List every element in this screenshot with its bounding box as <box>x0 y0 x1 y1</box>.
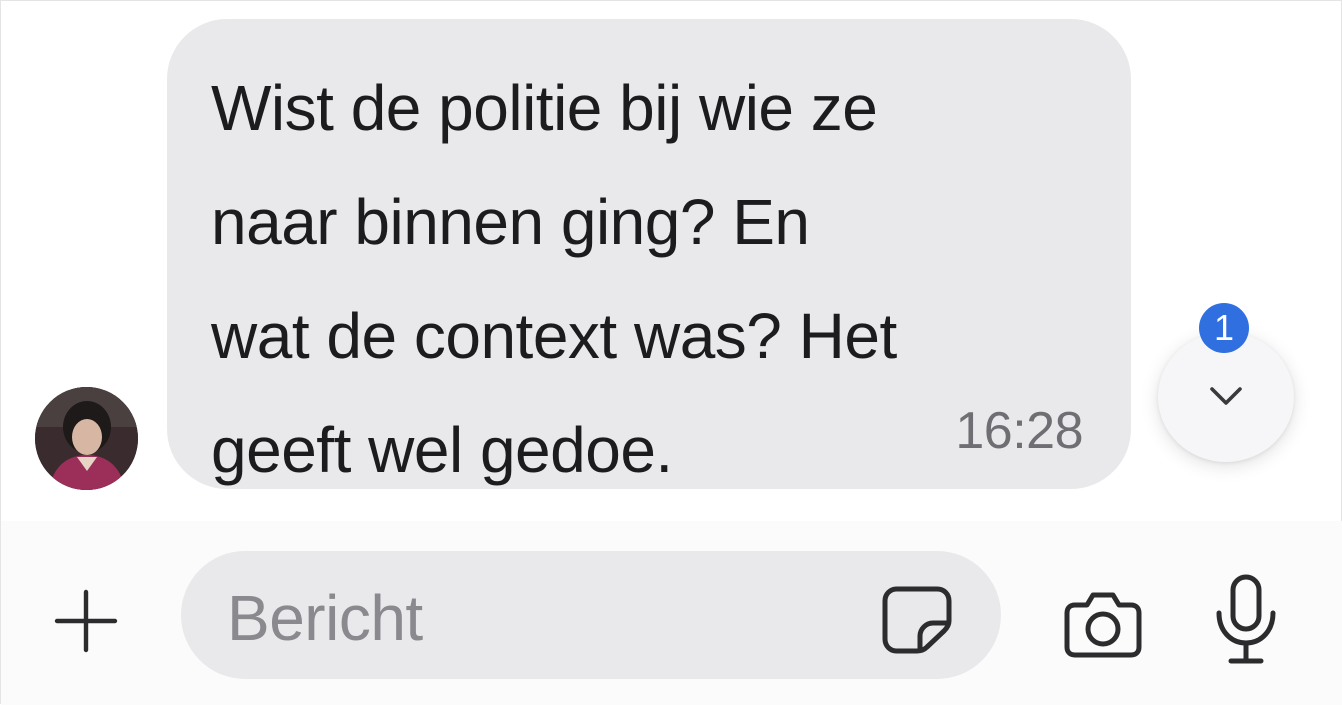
add-attachment-button[interactable] <box>51 586 121 656</box>
message-list[interactable]: Wist de politie bij wie ze naar binnen g… <box>1 1 1342 521</box>
message-composer: Bericht <box>1 521 1342 705</box>
plus-icon <box>54 589 118 653</box>
sender-avatar[interactable] <box>35 387 138 490</box>
conversation-screen: Wist de politie bij wie ze naar binnen g… <box>0 0 1342 705</box>
voice-message-button[interactable] <box>1209 571 1283 667</box>
sticker-icon <box>882 586 952 654</box>
message-timestamp: 16:28 <box>955 402 1083 460</box>
avatar-photo <box>35 387 138 490</box>
chevron-down-icon <box>1210 387 1242 405</box>
camera-icon <box>1064 592 1142 658</box>
microphone-icon <box>1216 574 1276 664</box>
incoming-message-bubble[interactable]: Wist de politie bij wie ze naar binnen g… <box>167 19 1131 489</box>
camera-button[interactable] <box>1061 581 1145 665</box>
message-input[interactable]: Bericht <box>181 551 1001 679</box>
unread-count-badge: 1 <box>1199 303 1249 353</box>
message-input-placeholder: Bericht <box>227 582 423 654</box>
sticker-button[interactable] <box>879 581 955 657</box>
